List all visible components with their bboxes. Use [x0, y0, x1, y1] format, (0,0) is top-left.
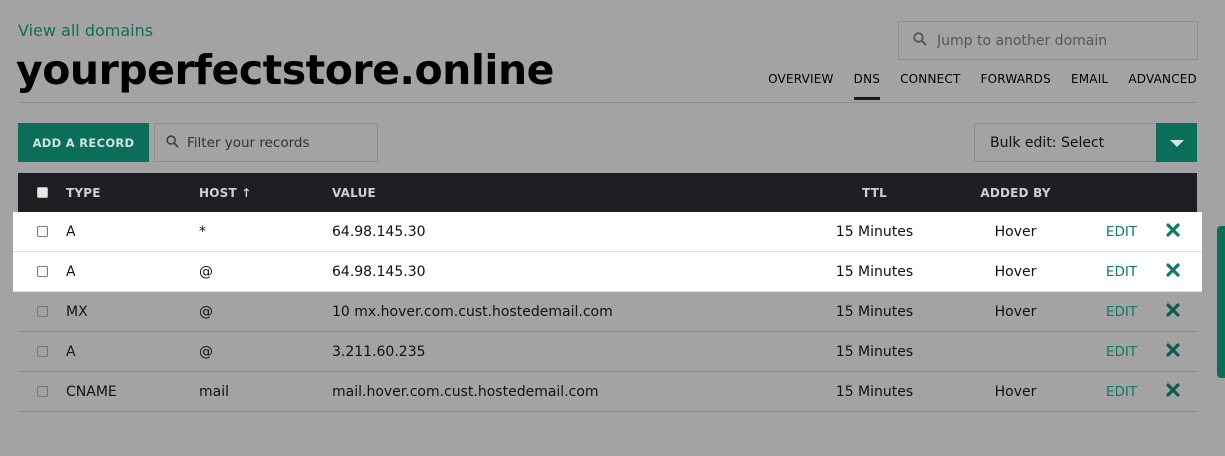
- record-added-by: Hover: [994, 303, 1037, 320]
- chevron-down-icon: [1169, 133, 1184, 152]
- record-type: A: [66, 223, 76, 240]
- row-checkbox[interactable]: [37, 266, 48, 277]
- record-host: mail: [199, 383, 229, 400]
- edit-record-button[interactable]: EDIT: [1094, 304, 1149, 320]
- table-row: MX @ 10 mx.hover.com.cust.hostedemail.co…: [18, 292, 1197, 332]
- column-header-value[interactable]: VALUE: [332, 186, 812, 200]
- column-header-type[interactable]: TYPE: [66, 186, 199, 200]
- row-checkbox[interactable]: [37, 386, 48, 397]
- row-checkbox[interactable]: [37, 346, 48, 357]
- bulk-edit-select[interactable]: Bulk edit: Select: [974, 123, 1197, 162]
- add-record-button[interactable]: ADD A RECORD: [18, 123, 149, 162]
- tab-advanced[interactable]: ADVANCED: [1118, 72, 1197, 99]
- page: View all domains yourperfectstore.online…: [0, 0, 1225, 456]
- tab-overview[interactable]: OVERVIEW: [758, 72, 844, 99]
- row-select-cell: [18, 386, 66, 397]
- close-icon: [1166, 382, 1180, 401]
- record-added-by: Hover: [994, 263, 1037, 280]
- close-icon: [1166, 302, 1180, 321]
- column-header-host[interactable]: HOST ↑: [199, 186, 332, 200]
- tab-connect[interactable]: CONNECT: [890, 72, 970, 99]
- record-host: *: [199, 223, 206, 240]
- close-icon: [1166, 262, 1180, 281]
- record-ttl: 15 Minutes: [835, 223, 914, 240]
- domain-search-box[interactable]: [898, 21, 1198, 60]
- tab-forwards[interactable]: FORWARDS: [971, 72, 1061, 99]
- record-value: 10 mx.hover.com.cust.hostedemail.com: [332, 303, 613, 320]
- delete-record-button[interactable]: [1149, 222, 1197, 241]
- row-select-cell: [18, 306, 66, 317]
- close-icon: [1166, 222, 1180, 241]
- delete-record-button[interactable]: [1149, 342, 1197, 361]
- table-header: TYPE HOST ↑ VALUE TTL ADDED BY: [18, 173, 1197, 212]
- edit-record-button[interactable]: EDIT: [1094, 264, 1149, 280]
- edit-record-button[interactable]: EDIT: [1094, 384, 1149, 400]
- record-type: A: [66, 343, 76, 360]
- record-host: @: [199, 263, 213, 280]
- dns-records-table: TYPE HOST ↑ VALUE TTL ADDED BY A * 64.98…: [13, 173, 1202, 412]
- table-row: A @ 3.211.60.235 15 Minutes EDIT: [18, 332, 1197, 372]
- bulk-edit-dropdown-button[interactable]: [1156, 123, 1197, 162]
- row-select-cell: [18, 226, 66, 237]
- search-icon: [166, 133, 179, 152]
- record-type: CNAME: [66, 383, 117, 400]
- row-select-cell: [18, 346, 66, 357]
- record-ttl: 15 Minutes: [835, 343, 914, 360]
- search-icon: [913, 31, 927, 50]
- filter-records-box[interactable]: [154, 123, 378, 162]
- row-checkbox[interactable]: [37, 306, 48, 317]
- record-host: @: [199, 343, 213, 360]
- delete-record-button[interactable]: [1149, 302, 1197, 321]
- column-header-added-by[interactable]: ADDED BY: [937, 186, 1094, 200]
- table-row: CNAME mail mail.hover.com.cust.hostedema…: [18, 372, 1197, 412]
- column-header-ttl[interactable]: TTL: [812, 186, 937, 200]
- column-header-host-label: HOST: [199, 185, 237, 200]
- close-icon: [1166, 342, 1180, 361]
- select-all-checkbox[interactable]: [37, 187, 48, 198]
- edit-record-button[interactable]: EDIT: [1094, 224, 1149, 240]
- record-added-by: Hover: [994, 383, 1037, 400]
- tab-dns[interactable]: DNS: [844, 72, 890, 100]
- edit-record-button[interactable]: EDIT: [1094, 344, 1149, 360]
- domain-tabs: OVERVIEW DNS CONNECT FORWARDS EMAIL ADVA…: [758, 72, 1197, 100]
- select-all-cell: [18, 187, 66, 198]
- row-checkbox[interactable]: [37, 226, 48, 237]
- table-row: A @ 64.98.145.30 15 Minutes Hover EDIT: [13, 252, 1202, 292]
- feedback-side-tab[interactable]: [1217, 226, 1225, 378]
- record-ttl: 15 Minutes: [835, 263, 914, 280]
- tab-email[interactable]: EMAIL: [1061, 72, 1118, 99]
- filter-records-input[interactable]: [187, 134, 367, 151]
- page-title: yourperfectstore.online: [16, 46, 554, 94]
- delete-record-button[interactable]: [1149, 262, 1197, 281]
- record-host: @: [199, 303, 213, 320]
- record-ttl: 15 Minutes: [835, 383, 914, 400]
- table-row: A * 64.98.145.30 15 Minutes Hover EDIT: [13, 212, 1202, 252]
- record-value: 64.98.145.30: [332, 223, 426, 240]
- row-select-cell: [18, 266, 66, 277]
- record-type: A: [66, 263, 76, 280]
- record-value: 64.98.145.30: [332, 263, 426, 280]
- record-type: MX: [66, 303, 88, 320]
- bulk-edit-label: Bulk edit: Select: [990, 134, 1105, 151]
- record-value: mail.hover.com.cust.hostedemail.com: [332, 383, 599, 400]
- record-ttl: 15 Minutes: [835, 303, 914, 320]
- view-all-domains-link[interactable]: View all domains: [18, 21, 153, 40]
- domain-search-input[interactable]: [937, 32, 1177, 49]
- record-value: 3.211.60.235: [332, 343, 426, 360]
- sort-ascending-icon: ↑: [241, 185, 252, 200]
- header-divider: [18, 102, 1197, 103]
- delete-record-button[interactable]: [1149, 382, 1197, 401]
- record-added-by: Hover: [994, 223, 1037, 240]
